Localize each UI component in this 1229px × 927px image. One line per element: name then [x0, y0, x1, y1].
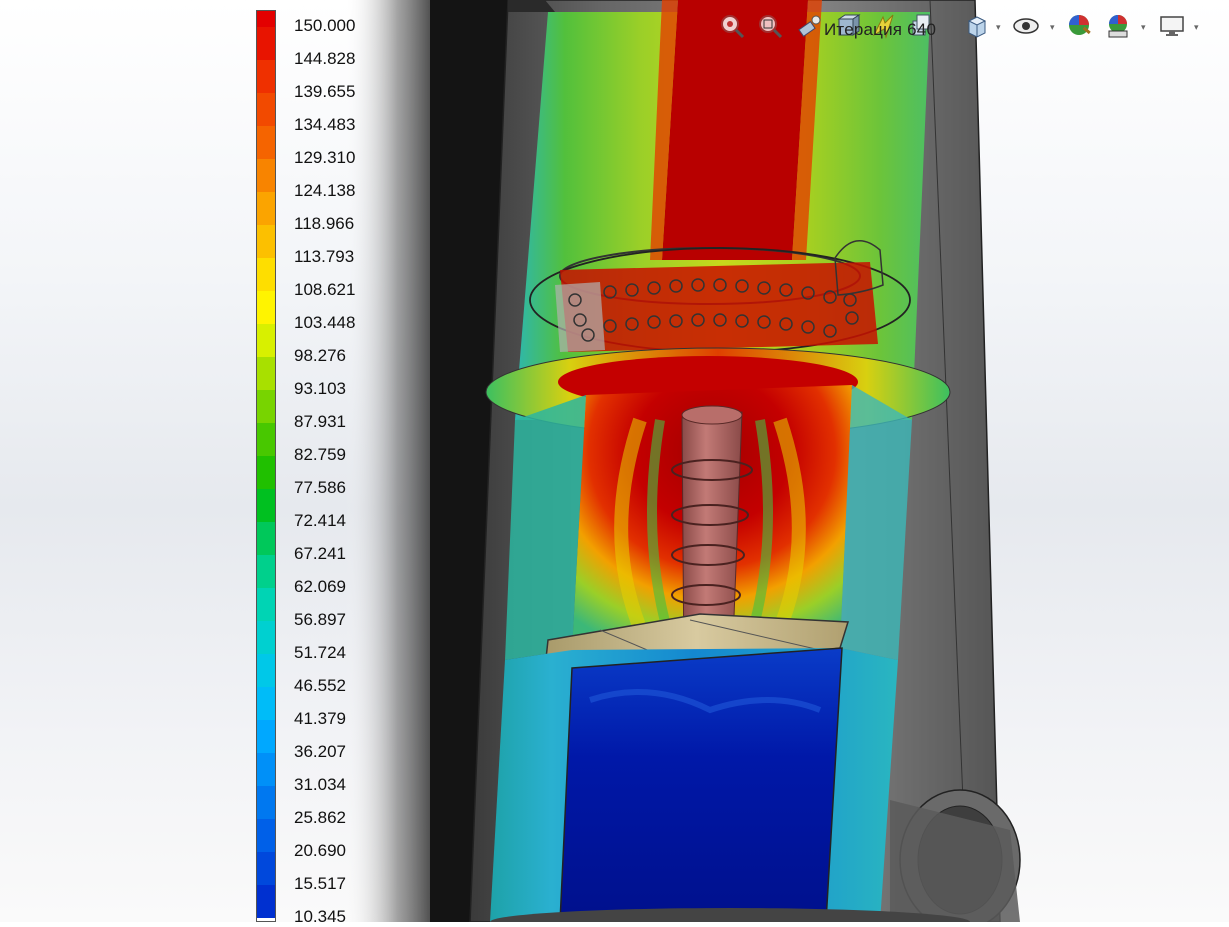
legend-color-band — [257, 93, 275, 126]
legend-label: 56.897 — [294, 610, 346, 629]
legend-label: 129.310 — [294, 148, 356, 167]
legend-color-band — [257, 357, 275, 390]
legend-label: 77.586 — [294, 478, 346, 497]
legend-color-band — [257, 654, 275, 687]
hide-show-items-icon[interactable] — [1012, 12, 1040, 40]
legend-color-band — [257, 423, 275, 456]
graphics-viewport[interactable]: ▾ ▾ ▾ ▾ Итерация 640 150.000 144.828 139.6… — [0, 0, 1229, 926]
legend-color-band — [257, 852, 275, 885]
legend-color-band — [257, 192, 275, 225]
apply-scene-icon[interactable] — [1104, 12, 1132, 40]
edit-appearance-icon[interactable] — [1066, 12, 1094, 40]
legend-color-band — [257, 621, 275, 654]
legend-label: 25.862 — [294, 808, 346, 827]
legend-color-band — [257, 753, 275, 786]
legend-color-band — [257, 225, 275, 258]
apply-scene-caret[interactable]: ▾ — [1141, 22, 1146, 33]
legend-color-band — [257, 555, 275, 588]
legend-color-bar — [256, 10, 276, 922]
iteration-status: Итерация 640 — [824, 20, 937, 39]
legend-label: 15.517 — [294, 874, 346, 893]
legend-label: 134.483 — [294, 115, 356, 134]
legend-label: 41.379 — [294, 709, 346, 728]
hide-show-caret[interactable]: ▾ — [1050, 22, 1055, 33]
legend-label: 118.966 — [294, 214, 355, 233]
model-scene[interactable] — [0, 0, 1229, 922]
view-orientation-caret[interactable]: ▾ — [996, 22, 1001, 33]
zoom-to-area-icon[interactable] — [756, 12, 784, 40]
legend-label: 108.621 — [294, 280, 356, 299]
legend-color-band — [257, 489, 275, 522]
legend-color-band — [257, 27, 275, 60]
previous-view-icon[interactable] — [796, 12, 824, 40]
legend-label: 98.276 — [294, 346, 346, 365]
legend-color-band — [257, 11, 275, 27]
legend-color-band — [257, 885, 275, 918]
legend-label: 82.759 — [294, 445, 346, 464]
view-settings-icon[interactable] — [1158, 12, 1186, 40]
legend-label: 20.690 — [294, 841, 346, 860]
legend-label: 62.069 — [294, 577, 346, 596]
legend-label: 144.828 — [294, 49, 356, 68]
legend-color-band — [257, 60, 275, 93]
legend-label: 31.034 — [294, 775, 346, 794]
view-orientation-icon[interactable] — [962, 12, 990, 40]
legend-label: 67.241 — [294, 544, 346, 563]
legend-label: 51.724 — [294, 643, 346, 662]
legend-label: 103.448 — [294, 313, 356, 332]
legend-label: 124.138 — [294, 181, 356, 200]
legend-color-band — [257, 291, 275, 324]
legend-label: 113.793 — [294, 247, 355, 266]
temperature-legend: 150.000 144.828 139.655 134.483 129.310 124.1… — [256, 10, 386, 926]
legend-color-band — [257, 786, 275, 819]
legend-label: 36.207 — [294, 742, 346, 761]
legend-color-band — [257, 456, 275, 489]
view-settings-caret[interactable]: ▾ — [1194, 22, 1199, 33]
legend-label: 10.345 — [294, 907, 346, 926]
legend-color-band — [257, 588, 275, 621]
legend-color-band — [257, 819, 275, 852]
legend-color-band — [257, 258, 275, 291]
legend-label: 93.103 — [294, 379, 346, 398]
legend-color-band — [257, 159, 275, 192]
legend-label: 72.414 — [294, 511, 346, 530]
legend-color-band — [257, 324, 275, 357]
legend-color-band — [257, 522, 275, 555]
legend-label: 87.931 — [294, 412, 346, 431]
legend-color-band — [257, 687, 275, 720]
legend-color-band — [257, 126, 275, 159]
heads-up-view-toolbar: ▾ ▾ ▾ ▾ — [716, 8, 1216, 46]
legend-color-band — [257, 390, 275, 423]
zoom-to-fit-icon[interactable] — [718, 12, 746, 40]
cold-inlet-zone — [559, 647, 843, 922]
legend-label: 139.655 — [294, 82, 356, 101]
legend-label: 150.000 — [294, 16, 356, 35]
legend-color-band — [257, 720, 275, 753]
legend-label: 46.552 — [294, 676, 346, 695]
